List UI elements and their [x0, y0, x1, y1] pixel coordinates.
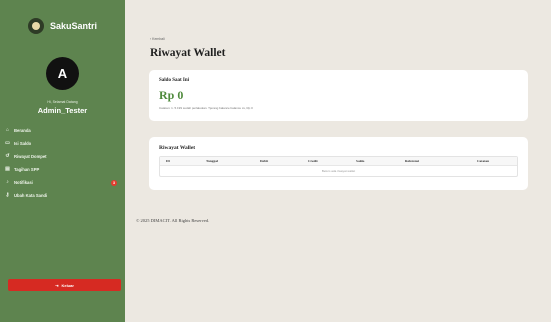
- history-title: Riwayat Wallet: [159, 145, 196, 151]
- logout-icon: ⇥: [55, 282, 59, 288]
- column-header-saldo: Saldo: [356, 159, 365, 163]
- sidebar-item-label: Beranda: [14, 128, 31, 133]
- history-table: ID Tanggal Debit Credit Saldo Referensi …: [159, 156, 518, 177]
- sidebar-item-label: Tagihan SPP: [14, 167, 40, 172]
- sidebar-item-isi-saldo[interactable]: ▭ Isi Saldo: [0, 137, 125, 150]
- sidebar-item-tagihan-spp[interactable]: ▤ Tagihan SPP: [0, 163, 125, 176]
- sidebar-item-label: Riwayat Dompet: [14, 154, 47, 159]
- wallet-icon: ▭: [5, 140, 10, 146]
- sidebar: SakuSantri A Hi, Selamat Datang Admin_Te…: [0, 0, 125, 322]
- brand-name: SakuSantri: [50, 21, 98, 31]
- main-content: ‹ Kembali Riwayat Wallet Saldo Saat Ini …: [125, 0, 551, 322]
- footer-copyright: © 2025 DIMACIT. All Rights Reserved.: [136, 218, 210, 223]
- back-link[interactable]: ‹ Kembali: [150, 37, 165, 41]
- column-header-tanggal: Tanggal: [206, 159, 218, 163]
- sidebar-item-riwayat-dompet[interactable]: ↺ Riwayat Dompet: [0, 150, 125, 163]
- page-title: Riwayat Wallet: [150, 47, 226, 59]
- app-root: SakuSantri A Hi, Selamat Datang Admin_Te…: [0, 0, 551, 322]
- sidebar-nav: ⌂ Beranda ▭ Isi Saldo ↺ Riwayat Dompet ▤…: [0, 124, 125, 202]
- sidebar-item-beranda[interactable]: ⌂ Beranda: [0, 124, 125, 137]
- bill-icon: ▤: [5, 166, 10, 172]
- sidebar-item-label: Notifikasi: [14, 180, 33, 185]
- home-icon: ⌂: [5, 127, 10, 133]
- sidebar-item-ubah-kata-sandi[interactable]: ⚷ Ubah Kata Sandi: [0, 189, 125, 202]
- balance-card: Saldo Saat Ini Rp 0 Catatan: 1. 5.199 su…: [149, 70, 528, 121]
- column-header-catatan: Catatan: [477, 159, 490, 163]
- sidebar-item-notifikasi[interactable]: ♪ Notifikasi 3: [0, 176, 125, 189]
- brand[interactable]: SakuSantri: [28, 18, 97, 34]
- mosque-logo-icon: [28, 18, 44, 34]
- balance-label: Saldo Saat Ini: [159, 78, 190, 83]
- user-name: Admin_Tester: [37, 106, 88, 115]
- history-icon: ↺: [5, 153, 10, 159]
- table-header: ID Tanggal Debit Credit Saldo Referensi …: [160, 157, 517, 166]
- empty-state-text: Belum ada riwayat wallet: [321, 169, 356, 173]
- column-header-debit: Debit: [260, 159, 269, 163]
- sidebar-item-label: Ubah Kata Sandi: [14, 193, 48, 198]
- column-header-referensi: Referensi: [405, 159, 420, 163]
- wallet-history-card: Riwayat Wallet ID Tanggal Debit Credit S…: [149, 137, 528, 190]
- sidebar-item-label: Isi Saldo: [14, 141, 32, 146]
- balance-value: Rp 0: [159, 88, 184, 102]
- user-caption: Hi, Selamat Datang: [47, 100, 78, 104]
- logout-button[interactable]: ⇥ Keluar: [8, 279, 121, 291]
- avatar: A: [46, 57, 79, 90]
- notification-badge: 3: [111, 179, 117, 186]
- column-header-credit: Credit: [308, 159, 318, 163]
- logout-label: Keluar: [61, 282, 74, 288]
- column-header-id: ID: [166, 159, 170, 163]
- bell-icon: ♪: [6, 179, 9, 185]
- key-icon: ⚷: [5, 192, 10, 198]
- balance-note: Catatan: 1. 5.199 sudah perlakukan. Tjer…: [159, 106, 253, 110]
